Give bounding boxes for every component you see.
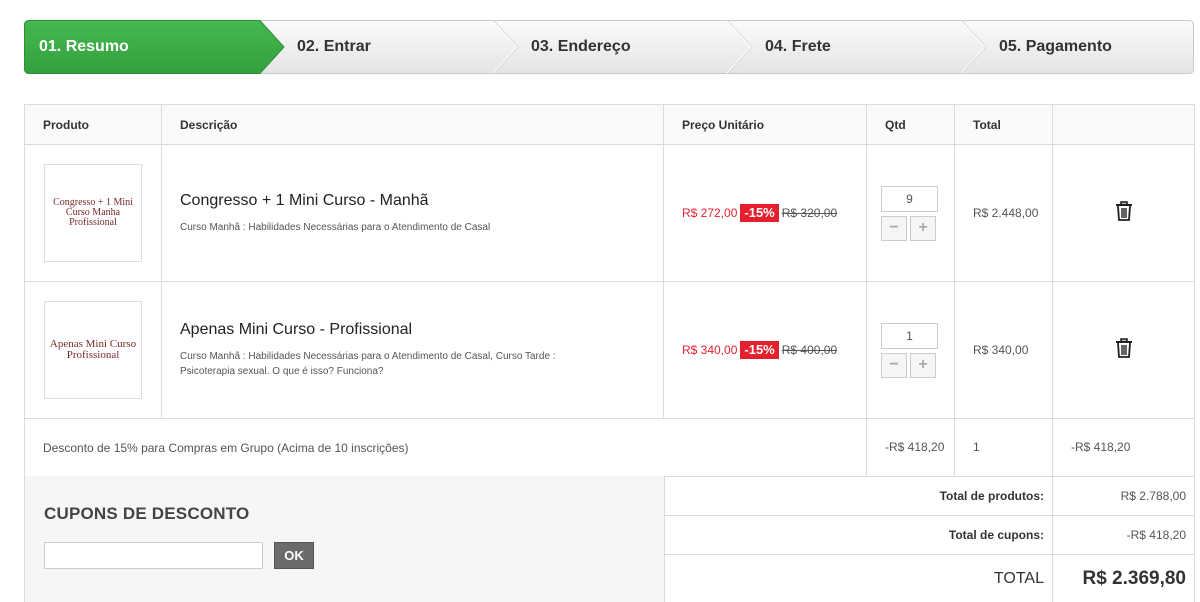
header-description: Descrição bbox=[161, 104, 664, 145]
step-pagamento[interactable]: 05. Pagamento bbox=[999, 20, 1112, 74]
coupon-apply-button[interactable]: OK bbox=[274, 542, 314, 569]
price-discounted: R$ 340,00 bbox=[682, 343, 738, 357]
header-total: Total bbox=[954, 104, 1053, 145]
qty-cell: 9 − + bbox=[866, 144, 955, 282]
price-discounted: R$ 272,00 bbox=[682, 206, 738, 220]
grand-total-label: TOTAL bbox=[664, 554, 1053, 602]
product-description-cell: Apenas Mini Curso - Profissional Curso M… bbox=[161, 281, 664, 419]
product-name[interactable]: Congresso + 1 Mini Curso - Manhã bbox=[180, 192, 663, 210]
thumbnail-text: Congresso + 1 Mini Curso Manha Profissio… bbox=[53, 197, 133, 228]
thumbnail-text: Apenas Mini Curso Profissional bbox=[49, 338, 137, 361]
total-products-value: R$ 2.788,00 bbox=[1052, 476, 1195, 516]
product-attributes: Curso Manhã : Habilidades Necessárias pa… bbox=[180, 351, 556, 377]
grand-total-value: R$ 2.369,80 bbox=[1052, 554, 1195, 602]
header-product: Produto bbox=[24, 104, 162, 145]
discount-badge: -15% bbox=[740, 204, 779, 222]
qty-decrease-button[interactable]: − bbox=[881, 215, 907, 241]
step-frete[interactable]: 04. Frete bbox=[765, 20, 831, 74]
total-coupons-label: Total de cupons: bbox=[664, 515, 1053, 555]
total-coupons-row: Total de cupons: -R$ 418,20 bbox=[664, 515, 1195, 555]
product-description-cell: Congresso + 1 Mini Curso - Manhã Curso M… bbox=[161, 144, 664, 282]
item-total: R$ 2.448,00 bbox=[954, 144, 1053, 282]
total-coupons-value: -R$ 418,20 bbox=[1052, 515, 1195, 555]
qty-input[interactable]: 1 bbox=[881, 322, 938, 349]
coupons-title: CUPONS DE DESCONTO bbox=[44, 504, 250, 523]
trash-icon[interactable] bbox=[1115, 337, 1133, 363]
unit-price-cell: R$ 340,00 -15% R$ 400,00 bbox=[663, 281, 867, 419]
grand-total-row: TOTAL R$ 2.369,80 bbox=[664, 554, 1195, 602]
cart-table: Produto Descrição Preço Unitário Qtd Tot… bbox=[24, 104, 1195, 477]
qty-stepper: − + bbox=[881, 215, 954, 241]
delete-cell bbox=[1052, 281, 1195, 419]
group-discount-unit-value: -R$ 418,20 bbox=[866, 418, 955, 477]
product-thumbnail[interactable]: Congresso + 1 Mini Curso Manha Profissio… bbox=[44, 164, 142, 262]
header-unit-price: Preço Unitário bbox=[663, 104, 867, 145]
product-thumbnail[interactable]: Apenas Mini Curso Profissional bbox=[44, 301, 142, 399]
product-attributes: Curso Manhã : Habilidades Necessárias pa… bbox=[180, 221, 491, 233]
cart-item-row: Apenas Mini Curso Profissional Apenas Mi… bbox=[24, 281, 1195, 419]
qty-decrease-button[interactable]: − bbox=[881, 352, 907, 378]
qty-increase-button[interactable]: + bbox=[910, 352, 936, 378]
group-discount-total: -R$ 418,20 bbox=[1052, 418, 1195, 477]
trash-icon[interactable] bbox=[1115, 200, 1133, 226]
checkout-steps: 01. Resumo 02. Entrar 03. Endereço 04. F… bbox=[24, 20, 1194, 74]
product-thumb-cell: Congresso + 1 Mini Curso Manha Profissio… bbox=[24, 144, 162, 282]
delete-cell bbox=[1052, 144, 1195, 282]
group-discount-row: Desconto de 15% para Compras em Grupo (A… bbox=[24, 418, 1195, 477]
cart-item-row: Congresso + 1 Mini Curso Manha Profissio… bbox=[24, 144, 1195, 282]
qty-stepper: − + bbox=[881, 352, 954, 378]
step-entrar[interactable]: 02. Entrar bbox=[297, 20, 371, 74]
totals-table: Total de produtos: R$ 2.788,00 Total de … bbox=[664, 476, 1195, 602]
step-endereco[interactable]: 03. Endereço bbox=[531, 20, 631, 74]
total-products-label: Total de produtos: bbox=[664, 476, 1053, 516]
header-qty: Qtd bbox=[866, 104, 955, 145]
coupons-panel: CUPONS DE DESCONTO OK bbox=[24, 476, 664, 602]
coupon-input[interactable] bbox=[44, 542, 263, 569]
price-original: R$ 400,00 bbox=[781, 343, 838, 357]
qty-increase-button[interactable]: + bbox=[910, 215, 936, 241]
qty-input[interactable]: 9 bbox=[881, 185, 938, 212]
product-thumb-cell: Apenas Mini Curso Profissional bbox=[24, 281, 162, 419]
price-original: R$ 320,00 bbox=[781, 206, 838, 220]
group-discount-qty: 1 bbox=[954, 418, 1053, 477]
unit-price-cell: R$ 272,00 -15% R$ 320,00 bbox=[663, 144, 867, 282]
header-actions bbox=[1052, 104, 1195, 145]
qty-cell: 1 − + bbox=[866, 281, 955, 419]
discount-badge: -15% bbox=[740, 341, 779, 359]
cart-header-row: Produto Descrição Preço Unitário Qtd Tot… bbox=[24, 104, 1195, 145]
item-total: R$ 340,00 bbox=[954, 281, 1053, 419]
total-products-row: Total de produtos: R$ 2.788,00 bbox=[664, 476, 1195, 516]
group-discount-text: Desconto de 15% para Compras em Grupo (A… bbox=[24, 418, 867, 477]
product-name[interactable]: Apenas Mini Curso - Profissional bbox=[180, 321, 663, 339]
step-resumo[interactable]: 01. Resumo bbox=[39, 20, 129, 74]
